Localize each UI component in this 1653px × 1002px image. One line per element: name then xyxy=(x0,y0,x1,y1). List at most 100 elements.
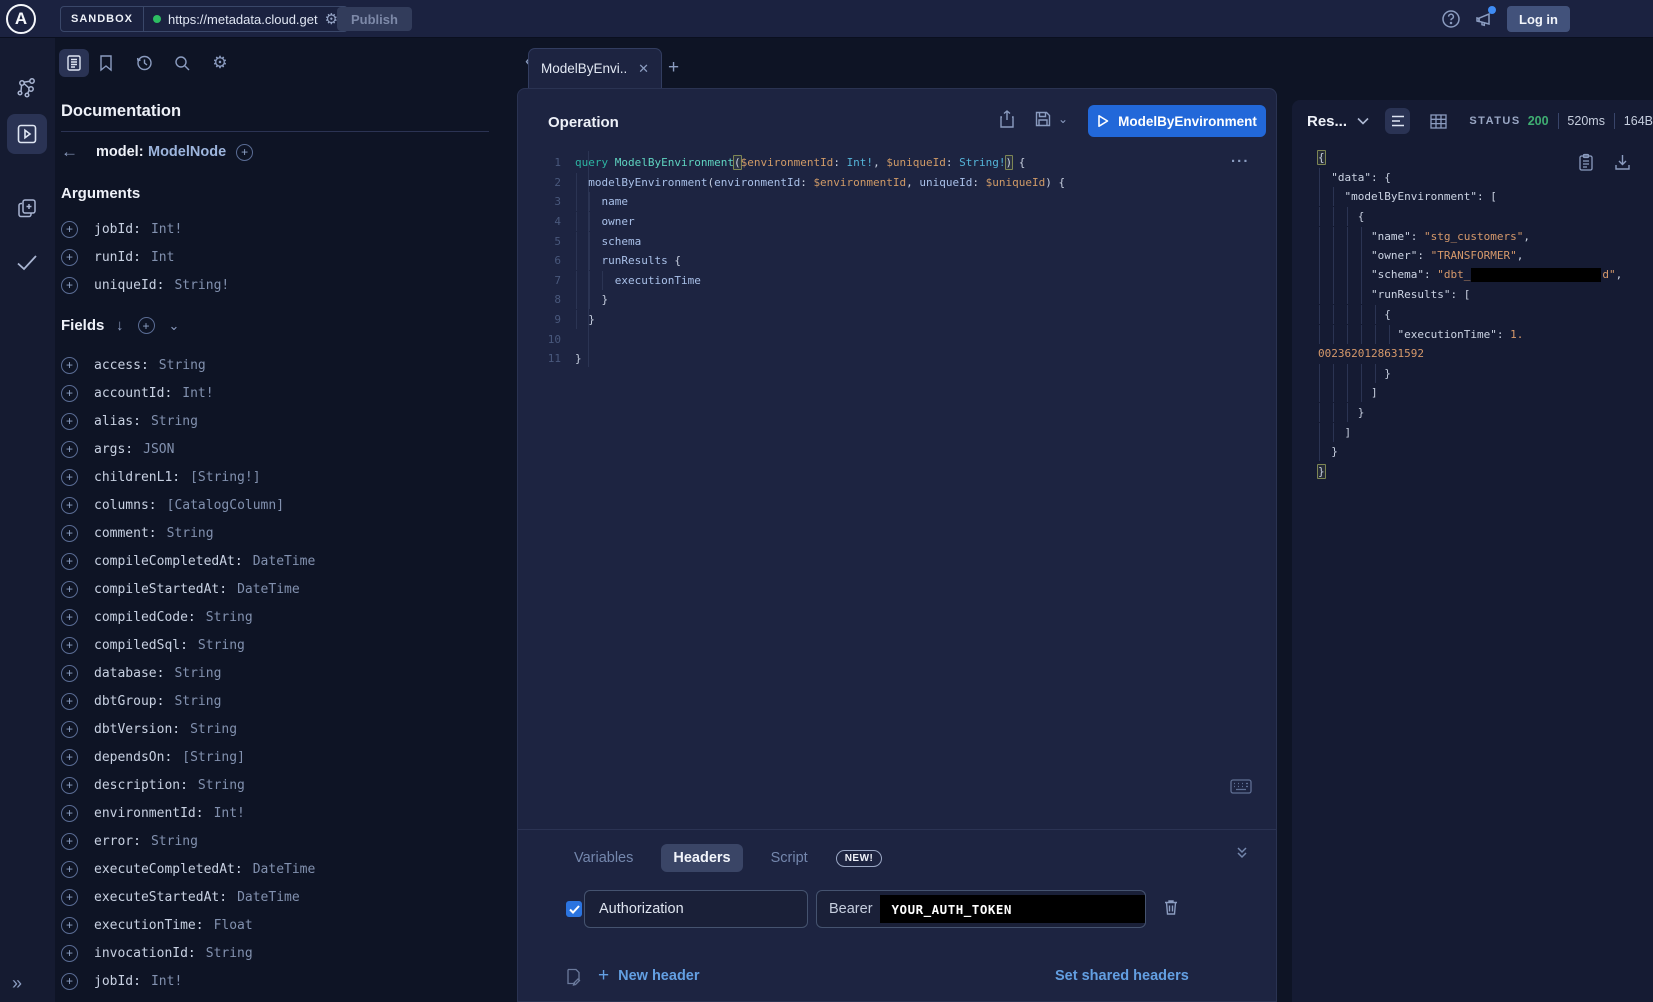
header-name-input[interactable]: Authorization xyxy=(584,890,808,928)
tab-script[interactable]: Script xyxy=(759,844,820,872)
table-view-toggle-icon[interactable] xyxy=(1426,108,1451,134)
field-row[interactable]: +dbtVersion:String xyxy=(61,718,237,740)
explorer-icon[interactable] xyxy=(7,114,47,154)
add-to-query-icon[interactable]: + xyxy=(61,749,78,766)
field-type[interactable]: [String] xyxy=(182,750,245,765)
set-shared-headers-link[interactable]: Set shared headers xyxy=(1055,968,1189,984)
add-to-query-icon[interactable]: + xyxy=(61,469,78,486)
field-type[interactable]: String xyxy=(206,610,253,625)
argument-row[interactable]: +jobId:Int! xyxy=(61,218,182,240)
auth-token-value[interactable]: YOUR_AUTH_TOKEN xyxy=(880,895,1145,923)
field-type[interactable]: DateTime xyxy=(237,890,300,905)
add-to-query-icon[interactable]: + xyxy=(61,385,78,402)
history-icon[interactable] xyxy=(129,49,159,77)
field-type[interactable]: String xyxy=(159,358,206,373)
add-to-query-icon[interactable]: + xyxy=(61,413,78,430)
field-row[interactable]: +dbtGroup:String xyxy=(61,690,221,712)
operation-tab[interactable]: ModelByEnvi... ✕ xyxy=(528,48,662,88)
field-type[interactable]: String xyxy=(198,778,245,793)
checklist-icon[interactable] xyxy=(7,242,47,282)
endpoint-url-group[interactable]: SANDBOX https://metadata.cloud.get ⚙ xyxy=(60,6,348,32)
documentation-tab-icon[interactable] xyxy=(59,49,89,77)
help-icon[interactable] xyxy=(1441,9,1461,29)
login-button[interactable]: Log in xyxy=(1507,6,1570,32)
add-to-query-icon[interactable]: + xyxy=(61,665,78,682)
field-type[interactable]: String xyxy=(174,694,221,709)
add-to-query-icon[interactable]: + xyxy=(61,357,78,374)
add-to-query-icon[interactable]: + xyxy=(61,441,78,458)
explorer-settings-gear-icon[interactable]: ⚙ xyxy=(205,49,235,77)
tab-variables[interactable]: Variables xyxy=(562,844,645,872)
publish-button[interactable]: Publish xyxy=(337,7,412,31)
doc-back-icon[interactable]: ← xyxy=(61,142,78,162)
field-type[interactable]: Int! xyxy=(182,386,213,401)
add-to-query-icon[interactable]: + xyxy=(61,861,78,878)
field-row[interactable]: +description:String xyxy=(61,774,245,796)
add-field-icon[interactable]: + xyxy=(236,144,253,161)
field-type[interactable]: [CatalogColumn] xyxy=(167,498,284,513)
field-row[interactable]: +compiledSql:String xyxy=(61,634,245,656)
field-type[interactable]: String xyxy=(198,638,245,653)
close-tab-icon[interactable]: ✕ xyxy=(638,61,649,77)
field-row[interactable]: +jobId:Int! xyxy=(61,970,182,992)
keyboard-shortcuts-icon[interactable] xyxy=(1230,779,1252,794)
doc-type-name[interactable]: ModelNode xyxy=(148,144,226,160)
response-json[interactable]: { "data": { "modelByEnvironment": [ { "n… xyxy=(1318,148,1622,481)
add-to-query-icon[interactable]: + xyxy=(61,221,78,238)
field-type[interactable]: String xyxy=(151,414,198,429)
field-row[interactable]: +columns:[CatalogColumn] xyxy=(61,494,284,516)
add-to-query-icon[interactable]: + xyxy=(61,553,78,570)
field-type[interactable]: DateTime xyxy=(253,862,316,877)
fields-options-chevron-icon[interactable]: ⌄ xyxy=(169,318,180,334)
expand-rail-icon[interactable]: » xyxy=(12,973,22,994)
field-row[interactable]: +dependsOn:[String] xyxy=(61,746,245,768)
response-dropdown-chevron-icon[interactable] xyxy=(1357,117,1369,125)
field-row[interactable]: +executeStartedAt:DateTime xyxy=(61,886,300,908)
sort-fields-icon[interactable]: ↓ xyxy=(116,317,124,334)
argument-row[interactable]: +uniqueId:String! xyxy=(61,274,229,296)
endpoint-url-input[interactable]: https://metadata.cloud.get xyxy=(168,12,318,27)
add-all-fields-icon[interactable]: + xyxy=(138,317,155,334)
field-row[interactable]: +executionTime:Float xyxy=(61,914,253,936)
field-row[interactable]: +args:JSON xyxy=(61,438,174,460)
saved-operations-bookmark-icon[interactable] xyxy=(91,49,121,77)
field-row[interactable]: +compiledCode:String xyxy=(61,606,253,628)
add-to-query-icon[interactable]: + xyxy=(61,497,78,514)
announcements-icon[interactable] xyxy=(1474,9,1494,29)
editor-more-menu-icon[interactable]: ... xyxy=(1231,149,1250,166)
add-to-query-icon[interactable]: + xyxy=(61,249,78,266)
field-type[interactable]: Int! xyxy=(151,974,182,989)
field-row[interactable]: +alias:String xyxy=(61,410,198,432)
collapse-bottom-panel-icon[interactable] xyxy=(1234,846,1250,860)
add-to-query-icon[interactable]: + xyxy=(61,609,78,626)
add-to-query-icon[interactable]: + xyxy=(61,581,78,598)
run-operation-button[interactable]: ModelByEnvironment xyxy=(1088,105,1266,137)
field-row[interactable]: +invocationId:String xyxy=(61,942,253,964)
field-type[interactable]: JSON xyxy=(143,442,174,457)
field-type[interactable]: String xyxy=(151,834,198,849)
field-row[interactable]: +comment:String xyxy=(61,522,214,544)
field-row[interactable]: +environmentId:Int! xyxy=(61,802,245,824)
argument-row[interactable]: +runId:Int xyxy=(61,246,174,268)
schema-graph-icon[interactable] xyxy=(7,68,47,108)
header-value-input[interactable]: Bearer YOUR_AUTH_TOKEN xyxy=(816,890,1146,928)
graphql-editor[interactable]: 1query ModelByEnvironment($environmentId… xyxy=(531,153,1065,369)
field-row[interactable]: +childrenL1:[String!] xyxy=(61,466,261,488)
save-operation-icon[interactable] xyxy=(1034,110,1052,128)
field-row[interactable]: +database:String xyxy=(61,662,221,684)
save-options-chevron-icon[interactable]: ⌄ xyxy=(1058,112,1068,126)
add-to-query-icon[interactable]: + xyxy=(61,973,78,990)
field-type[interactable]: String! xyxy=(174,278,229,293)
edit-as-json-icon[interactable] xyxy=(564,967,582,986)
add-to-query-icon[interactable]: + xyxy=(61,693,78,710)
field-type[interactable]: String xyxy=(190,722,237,737)
new-header-button[interactable]: + New header xyxy=(598,965,700,987)
field-type[interactable]: Int xyxy=(151,250,174,265)
field-row[interactable]: +executeCompletedAt:DateTime xyxy=(61,858,315,880)
add-to-query-icon[interactable]: + xyxy=(61,525,78,542)
field-type[interactable]: DateTime xyxy=(253,554,316,569)
search-icon[interactable] xyxy=(167,49,197,77)
add-to-query-icon[interactable]: + xyxy=(61,917,78,934)
field-type[interactable]: Int! xyxy=(214,806,245,821)
add-to-query-icon[interactable]: + xyxy=(61,889,78,906)
